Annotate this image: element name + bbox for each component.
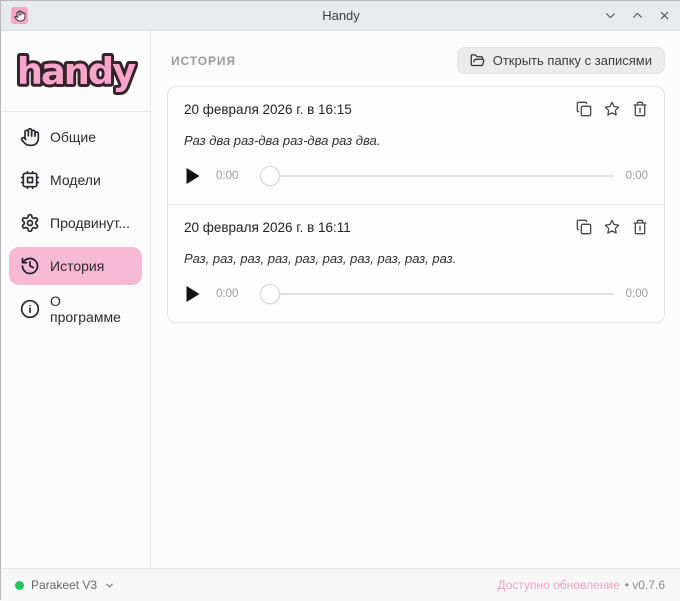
close-icon[interactable]	[658, 9, 671, 22]
transcript-text: Раз два раз-два раз-два раз два.	[184, 133, 381, 148]
trash-icon[interactable]	[632, 101, 648, 117]
history-icon	[19, 256, 40, 277]
window-title: Handy	[322, 8, 360, 23]
chevron-down-icon	[106, 583, 113, 587]
maximize-icon[interactable]	[631, 9, 644, 22]
seek-slider[interactable]	[260, 284, 614, 304]
audio-player: 0:00 0:00	[184, 284, 648, 304]
model-selector[interactable]: Parakeet V3	[15, 578, 115, 592]
minimize-icon[interactable]	[604, 9, 617, 22]
sidebar: handy Общие Модели Продвинут... История …	[1, 31, 151, 568]
sidebar-item-about[interactable]: О программе	[9, 290, 142, 328]
sidebar-item-general[interactable]: Общие	[9, 118, 142, 156]
sidebar-item-label: История	[50, 258, 105, 274]
slider-thumb[interactable]	[260, 284, 280, 304]
update-available-link[interactable]: Доступно обновление	[497, 578, 619, 592]
svg-text:handy: handy	[17, 50, 136, 93]
total-time: 0:00	[625, 288, 648, 300]
play-icon[interactable]	[184, 286, 201, 303]
handy-logo: handy	[1, 31, 150, 107]
folder-open-icon	[470, 54, 485, 67]
current-time: 0:00	[216, 170, 239, 182]
slider-thumb[interactable]	[260, 166, 280, 186]
sidebar-item-label: Общие	[50, 129, 97, 145]
info-icon	[19, 299, 40, 320]
open-recordings-folder-button[interactable]: Открыть папку с записями	[456, 47, 665, 74]
play-icon[interactable]	[184, 168, 201, 185]
sidebar-item-label: О программе	[50, 293, 121, 325]
sidebar-item-advanced[interactable]: Продвинут...	[9, 204, 142, 242]
seek-slider[interactable]	[260, 166, 614, 186]
total-time: 0:00	[625, 170, 648, 182]
history-entry: 20 февраля 2026 г. в 16:11 Раз, раз, раз…	[168, 204, 664, 322]
statusbar: Parakeet V3 Доступно обновление • v0.7.6	[1, 568, 680, 601]
entry-date: 20 февраля 2026 г. в 16:15	[184, 101, 352, 117]
history-card: 20 февраля 2026 г. в 16:15 Раз два раз-д…	[167, 86, 665, 323]
version-label: • v0.7.6	[624, 578, 665, 592]
gear-icon	[19, 213, 40, 234]
section-title: ИСТОРИЯ	[171, 53, 236, 68]
entry-date: 20 февраля 2026 г. в 16:11	[184, 219, 351, 235]
titlebar: Handy	[1, 1, 680, 31]
sidebar-item-label: Продвинут...	[50, 215, 131, 231]
current-time: 0:00	[216, 288, 239, 300]
copy-icon[interactable]	[576, 101, 592, 117]
sidebar-item-models[interactable]: Модели	[9, 161, 142, 199]
open-folder-label: Открыть папку с записями	[492, 53, 652, 68]
status-dot	[15, 580, 24, 590]
copy-icon[interactable]	[576, 219, 592, 235]
history-entry: 20 февраля 2026 г. в 16:15 Раз два раз-д…	[168, 87, 664, 204]
model-name: Parakeet V3	[31, 578, 98, 592]
trash-icon[interactable]	[632, 219, 648, 235]
sidebar-item-history[interactable]: История	[9, 247, 142, 285]
slider-track[interactable]	[270, 175, 614, 177]
hand-icon	[19, 127, 40, 148]
app-window: Handy handy Общие Модели Продвинут... Ис…	[1, 1, 680, 601]
transcript-text: Раз, раз, раз, раз, раз, раз, раз, раз, …	[184, 251, 457, 266]
star-icon[interactable]	[604, 219, 620, 235]
audio-player: 0:00 0:00	[184, 166, 648, 186]
main-content: ИСТОРИЯ Открыть папку с записями 20 февр…	[151, 31, 680, 568]
star-icon[interactable]	[604, 101, 620, 117]
slider-track[interactable]	[270, 293, 614, 295]
sidebar-item-label: Модели	[50, 172, 101, 188]
chip-icon	[19, 170, 40, 191]
sidebar-nav: Общие Модели Продвинут... История О прог…	[1, 112, 150, 334]
